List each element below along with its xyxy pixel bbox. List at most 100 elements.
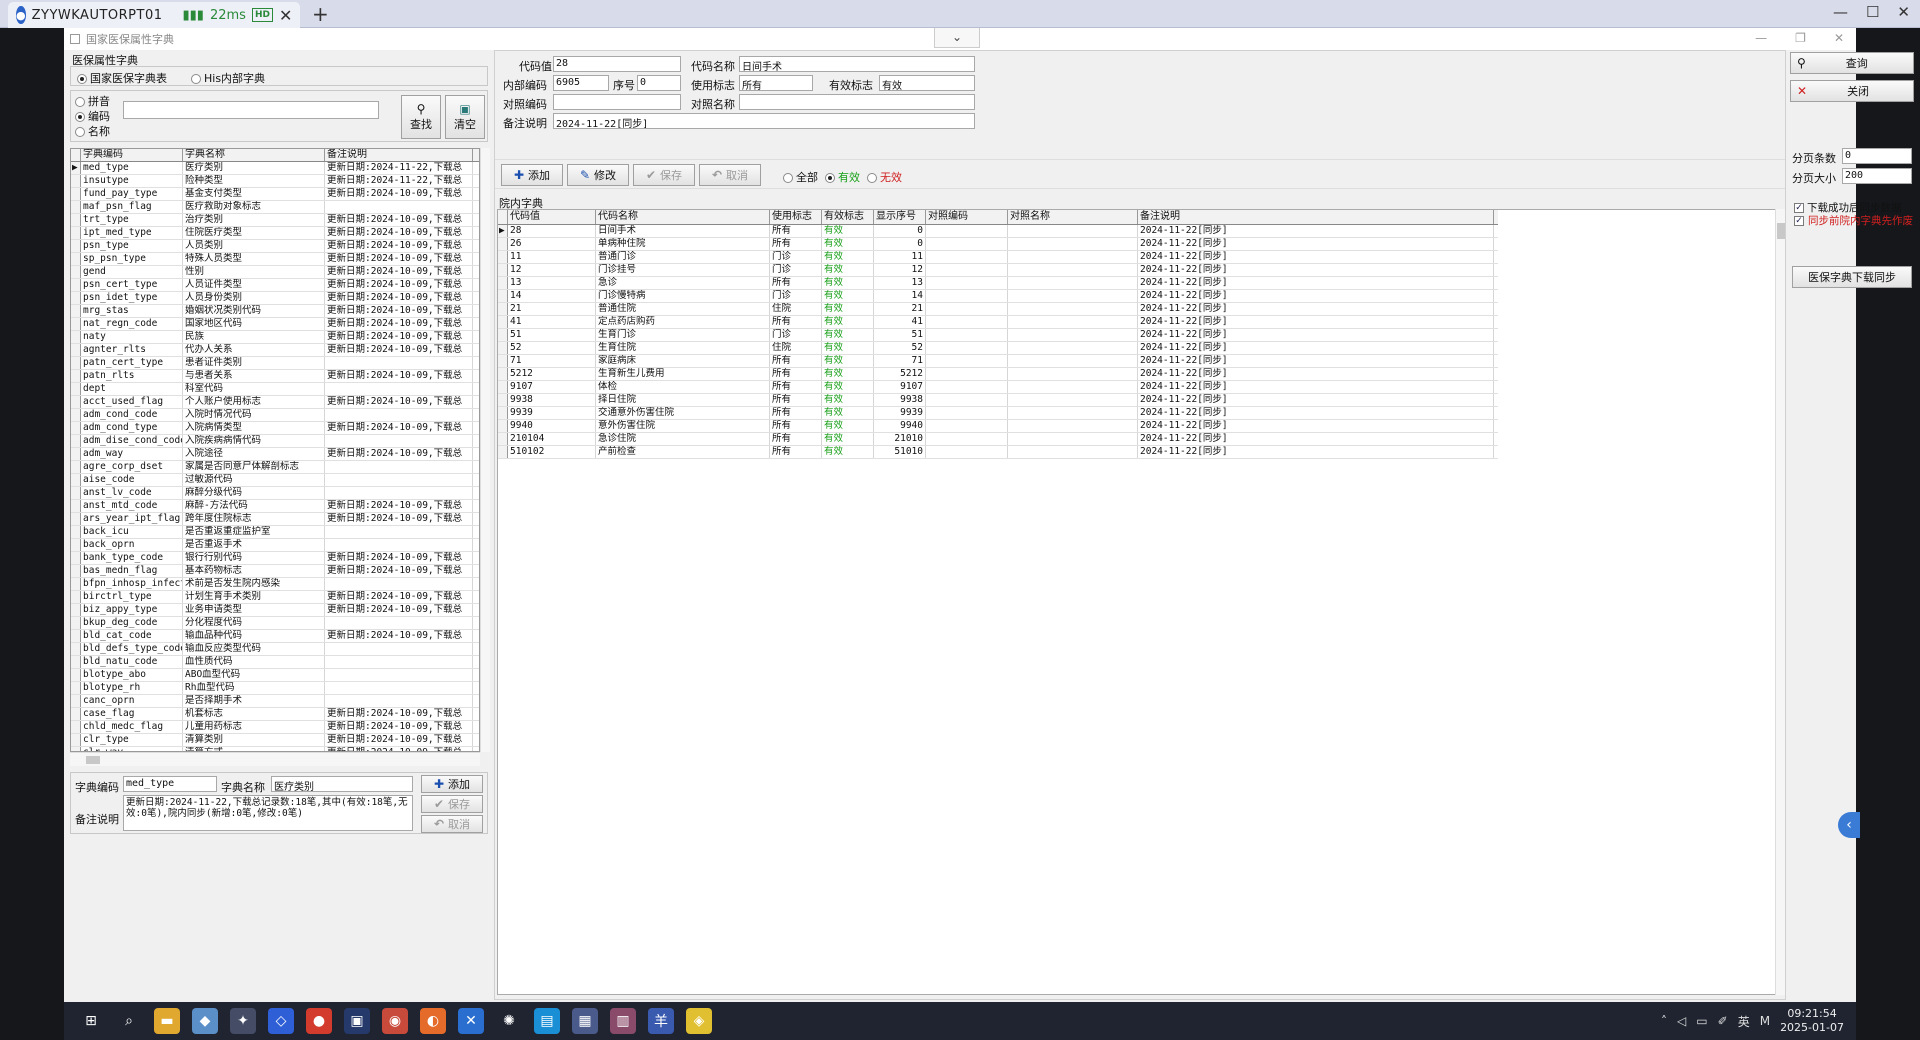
clear-button[interactable]: ▣ 清空: [445, 95, 485, 139]
table-row[interactable]: adm_cond_type 入院病情类型 更新日期:2024-10-09,下载总: [71, 422, 479, 435]
save-button[interactable]: ✔ 保存: [633, 164, 695, 186]
table-row[interactable]: 9938 择日住院 所有 有效 9938 2024-11-22[同步]: [498, 394, 1498, 407]
table-row[interactable]: 5212 生育新生儿费用 所有 有效 5212 2024-11-22[同步]: [498, 368, 1498, 381]
table-row[interactable]: mrg_stas 婚姻状况类别代码 更新日期:2024-10-09,下载总: [71, 305, 479, 318]
remote-session-tab[interactable]: ● ZYYWKAUTORPT01 ▮▮▮ 22ms HD ✕: [8, 2, 300, 28]
table-row[interactable]: gend 性别 更新日期:2024-10-09,下载总: [71, 266, 479, 279]
tray-chevron-icon[interactable]: ˄: [1661, 1014, 1667, 1028]
add-button[interactable]: ✚ 添加: [501, 164, 563, 186]
table-row[interactable]: blotype_abo ABO血型代码: [71, 669, 479, 682]
app-icon-3[interactable]: ◇: [268, 1008, 294, 1034]
table-row[interactable]: clr_type 清算类别 更新日期:2024-10-09,下载总: [71, 734, 479, 747]
table-row[interactable]: fund_pay_type 基金支付类型 更新日期:2024-10-09,下载总: [71, 188, 479, 201]
search-icon[interactable]: ⌕: [116, 1008, 142, 1034]
volume-icon[interactable]: ◁: [1677, 1014, 1686, 1028]
close-tab-icon[interactable]: ✕: [279, 6, 292, 25]
table-row[interactable]: insutype 险种类型 更新日期:2024-11-22,下载总: [71, 175, 479, 188]
table-row[interactable]: birctrl_type 计划生育手术类别 更新日期:2024-10-09,下载总: [71, 591, 479, 604]
table-row[interactable]: bld_cat_code 输血品种代码 更新日期:2024-10-09,下载总: [71, 630, 479, 643]
radio-national[interactable]: 国家医保字典表: [77, 70, 167, 86]
col-remark[interactable]: 备注说明: [1138, 210, 1494, 224]
table-row[interactable]: 9107 体检 所有 有效 9107 2024-11-22[同步]: [498, 381, 1498, 394]
table-row[interactable]: aise_code 过敏源代码: [71, 474, 479, 487]
table-row[interactable]: ars_year_ipt_flag 跨年度住院标志 更新日期:2024-10-09,…: [71, 513, 479, 526]
page-count-input[interactable]: 0: [1842, 148, 1912, 164]
detail-add-button[interactable]: ✚ 添加: [421, 775, 483, 793]
query-button[interactable]: ⚲ 查询: [1790, 52, 1914, 74]
app-icon-6[interactable]: ◐: [420, 1008, 446, 1034]
search-name-radio[interactable]: 名称: [75, 123, 110, 139]
table-row[interactable]: back_oprn 是否重返手术: [71, 539, 479, 552]
file-explorer-icon[interactable]: ▬: [154, 1008, 180, 1034]
dict-hscroll[interactable]: [70, 752, 480, 766]
ime-indicator[interactable]: M: [1760, 1014, 1770, 1028]
filter-all-radio[interactable]: 全部: [783, 169, 818, 185]
table-row[interactable]: chld_medc_flag 儿童用药标志 更新日期:2024-10-09,下载总: [71, 721, 479, 734]
detail-save-button[interactable]: ✔ 保存: [421, 795, 483, 813]
search-code-radio[interactable]: 编码: [75, 108, 110, 124]
collapse-dropdown[interactable]: ⌄: [934, 28, 980, 48]
table-row[interactable]: adm_dise_cond_code 入院疾病病情代码: [71, 435, 479, 448]
table-row[interactable]: biz_appy_type 业务申请类型 更新日期:2024-10-09,下载总: [71, 604, 479, 617]
hosp-vscroll[interactable]: [1775, 209, 1785, 995]
app-icon-12[interactable]: 羊: [648, 1008, 674, 1034]
table-row[interactable]: agnter_rlts 代办人关系 更新日期:2024-10-09,下载总: [71, 344, 479, 357]
table-row[interactable]: maf_psn_flag 医疗救助对象标志: [71, 201, 479, 214]
table-row[interactable]: 52 生育住院 住院 有效 52 2024-11-22[同步]: [498, 342, 1498, 355]
table-row[interactable]: ▶ med_type 医疗类别 更新日期:2024-11-22,下载总: [71, 162, 479, 175]
app-icon-1[interactable]: ◆: [192, 1008, 218, 1034]
table-row[interactable]: adm_cond_code 入院时情况代码: [71, 409, 479, 422]
table-row[interactable]: 11 普通门诊 门诊 有效 11 2024-11-22[同步]: [498, 251, 1498, 264]
form-remark-input[interactable]: 2024-11-22[同步]: [553, 113, 975, 129]
col-display-seq[interactable]: 显示序号: [874, 210, 926, 224]
col-map-name[interactable]: 对照名称: [1008, 210, 1138, 224]
table-row[interactable]: bkup_deg_code 分化程度代码: [71, 617, 479, 630]
app-icon-7[interactable]: ✕: [458, 1008, 484, 1034]
form-seq-input[interactable]: 0: [637, 75, 681, 91]
table-row[interactable]: patn_cert_type 患者证件类别: [71, 357, 479, 370]
table-row[interactable]: psn_type 人员类别 更新日期:2024-10-09,下载总: [71, 240, 479, 253]
chrome-icon[interactable]: ●: [306, 1008, 332, 1034]
form-inner-code-input[interactable]: 6905: [553, 75, 609, 91]
table-row[interactable]: ipt_med_type 住院医疗类型 更新日期:2024-10-09,下载总: [71, 227, 479, 240]
form-code-name-input[interactable]: 日间手术: [739, 56, 975, 72]
filter-valid-radio[interactable]: 有效: [825, 169, 860, 185]
dict-vscroll[interactable]: [480, 148, 490, 752]
table-row[interactable]: canc_oprn 是否择期手术: [71, 695, 479, 708]
table-row[interactable]: 71 家庭病床 所有 有效 71 2024-11-22[同步]: [498, 355, 1498, 368]
hscroll-thumb[interactable]: [86, 756, 100, 764]
window-close-icon[interactable]: ✕: [1834, 31, 1844, 45]
col-dict-code[interactable]: 字典编码: [81, 149, 183, 161]
table-row[interactable]: naty 民族 更新日期:2024-10-09,下载总: [71, 331, 479, 344]
new-tab-icon[interactable]: +: [312, 2, 329, 26]
table-row[interactable]: back_icu 是否重返重症监护室: [71, 526, 479, 539]
form-code-value-input[interactable]: 28: [553, 56, 681, 72]
app-icon-8[interactable]: ✺: [496, 1008, 522, 1034]
start-icon[interactable]: ⊞: [78, 1008, 104, 1034]
search-pinyin-radio[interactable]: 拼音: [75, 93, 110, 109]
col-use-flag[interactable]: 使用标志: [770, 210, 822, 224]
detail-code-input[interactable]: med_type: [123, 776, 217, 792]
table-row[interactable]: 9939 交通意外伤害住院 所有 有效 9939 2024-11-22[同步]: [498, 407, 1498, 420]
app-icon-13[interactable]: ◈: [686, 1008, 712, 1034]
table-row[interactable]: 12 门诊挂号 门诊 有效 12 2024-11-22[同步]: [498, 264, 1498, 277]
table-row[interactable]: 13 急诊 所有 有效 13 2024-11-22[同步]: [498, 277, 1498, 290]
table-row[interactable]: agre_corp_dset 家属是否同意尸体解剖标志: [71, 461, 479, 474]
table-row[interactable]: bank_type_code 银行行别代码 更新日期:2024-10-09,下载总: [71, 552, 479, 565]
edit-button[interactable]: ✎ 修改: [567, 164, 629, 186]
table-row[interactable]: case_flag 机套标志 更新日期:2024-10-09,下载总: [71, 708, 479, 721]
table-row[interactable]: 51 生育门诊 门诊 有效 51 2024-11-22[同步]: [498, 329, 1498, 342]
close-button[interactable]: ✕ 关闭: [1790, 80, 1914, 102]
table-row[interactable]: psn_cert_type 人员证件类型 更新日期:2024-10-09,下载总: [71, 279, 479, 292]
col-map-code[interactable]: 对照编码: [926, 210, 1008, 224]
table-row[interactable]: psn_idet_type 人员身份类别 更新日期:2024-10-09,下载总: [71, 292, 479, 305]
table-row[interactable]: bas_medn_flag 基本药物标志 更新日期:2024-10-09,下载总: [71, 565, 479, 578]
table-row[interactable]: bld_natu_code 血性质代码: [71, 656, 479, 669]
filter-invalid-radio[interactable]: 无效: [867, 169, 902, 185]
table-row[interactable]: 210104 急诊住院 所有 有效 21010 2024-11-22[同步]: [498, 433, 1498, 446]
table-row[interactable]: 510102 产前检查 所有 有效 51010 2024-11-22[同步]: [498, 446, 1498, 459]
hosp-vscroll-thumb[interactable]: [1777, 223, 1785, 239]
col-code-name[interactable]: 代码名称: [596, 210, 770, 224]
app-icon-10[interactable]: ▦: [572, 1008, 598, 1034]
clock[interactable]: 09:21:54 2025-01-07: [1780, 1007, 1844, 1035]
